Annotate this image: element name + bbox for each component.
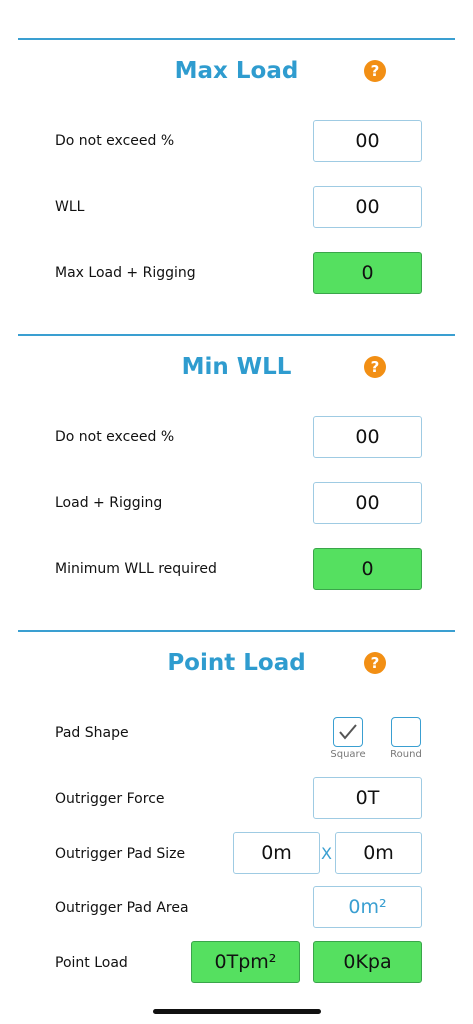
section-divider	[18, 334, 455, 336]
square-option-label: Square	[330, 749, 366, 760]
max-load-help-icon[interactable]: ?	[364, 60, 386, 82]
point-load-help-icon[interactable]: ?	[364, 652, 386, 674]
max-load-rigging-label: Max Load + Rigging	[55, 265, 196, 281]
point-load-title: Point Load	[167, 650, 306, 676]
min-wll-do-not-exceed-input[interactable]: 00	[313, 416, 422, 458]
min-wll-help-icon[interactable]: ?	[364, 356, 386, 378]
min-wll-do-not-exceed-label: Do not exceed %	[55, 429, 175, 445]
outrigger-force-label: Outrigger Force	[55, 791, 165, 807]
load-rigging-label: Load + Rigging	[55, 495, 163, 511]
pad-shape-label: Pad Shape	[55, 725, 129, 741]
max-load-title: Max Load	[174, 58, 299, 84]
pad-length-input[interactable]: 0m	[335, 832, 422, 874]
size-separator: X	[321, 844, 332, 863]
check-icon	[339, 724, 357, 740]
round-checkbox[interactable]	[391, 717, 421, 747]
wll-label: WLL	[55, 199, 85, 215]
load-rigging-input[interactable]: 00	[313, 482, 422, 524]
round-option-label: Round	[390, 749, 422, 760]
point-load-label: Point Load	[55, 955, 128, 971]
outrigger-pad-area-value: 0m²	[313, 886, 422, 928]
section-divider	[18, 38, 455, 40]
max-load-do-not-exceed-label: Do not exceed %	[55, 133, 175, 149]
outrigger-pad-area-label: Outrigger Pad Area	[55, 900, 189, 916]
outrigger-pad-size-label: Outrigger Pad Size	[55, 846, 186, 862]
min-wll-title: Min WLL	[181, 354, 292, 380]
outrigger-force-input[interactable]: 0T	[313, 777, 422, 819]
max-load-rigging-result: 0	[313, 252, 422, 294]
max-load-do-not-exceed-input[interactable]: 00	[313, 120, 422, 162]
point-load-tpm-result: 0Tpm²	[191, 941, 300, 983]
minimum-wll-required-label: Minimum WLL required	[55, 561, 217, 577]
point-load-kpa-result: 0Kpa	[313, 941, 422, 983]
wll-input[interactable]: 00	[313, 186, 422, 228]
section-divider	[18, 630, 455, 632]
square-checkbox[interactable]	[333, 717, 363, 747]
home-indicator[interactable]	[153, 1009, 321, 1014]
pad-width-input[interactable]: 0m	[233, 832, 320, 874]
minimum-wll-required-result: 0	[313, 548, 422, 590]
